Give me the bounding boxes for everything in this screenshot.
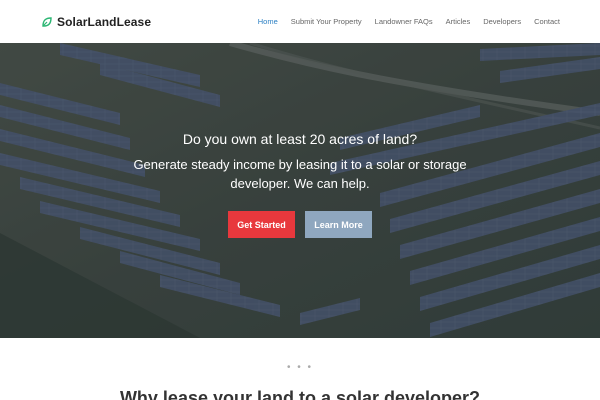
brand-logo[interactable]: SolarLandLease (41, 15, 151, 29)
leaf-icon (42, 16, 52, 27)
nav-home[interactable]: Home (258, 17, 278, 26)
section-divider-dots: • • • (286, 362, 314, 373)
nav-landowner-faqs[interactable]: Landowner FAQs (375, 17, 433, 26)
nav-developers[interactable]: Developers (483, 17, 521, 26)
hero-question: Do you own at least 20 acres of land? (182, 131, 418, 147)
hero-section: Do you own at least 20 acres of land? Ge… (0, 43, 600, 338)
site-header: SolarLandLease Home Submit Your Property… (0, 0, 600, 43)
learn-more-button[interactable]: Learn More (305, 211, 372, 238)
hero-content: Do you own at least 20 acres of land? Ge… (0, 43, 600, 338)
hero-subtitle: Generate steady income by leasing it to … (133, 157, 467, 191)
nav-submit-property[interactable]: Submit Your Property (291, 17, 362, 26)
section-title: Why lease your land to a solar developer… (119, 388, 481, 400)
nav-contact[interactable]: Contact (534, 17, 560, 26)
nav-articles[interactable]: Articles (446, 17, 471, 26)
main-nav: Home Submit Your Property Landowner FAQs… (258, 17, 560, 26)
brand-name: SolarLandLease (57, 14, 152, 29)
get-started-button[interactable]: Get Started (228, 211, 295, 238)
